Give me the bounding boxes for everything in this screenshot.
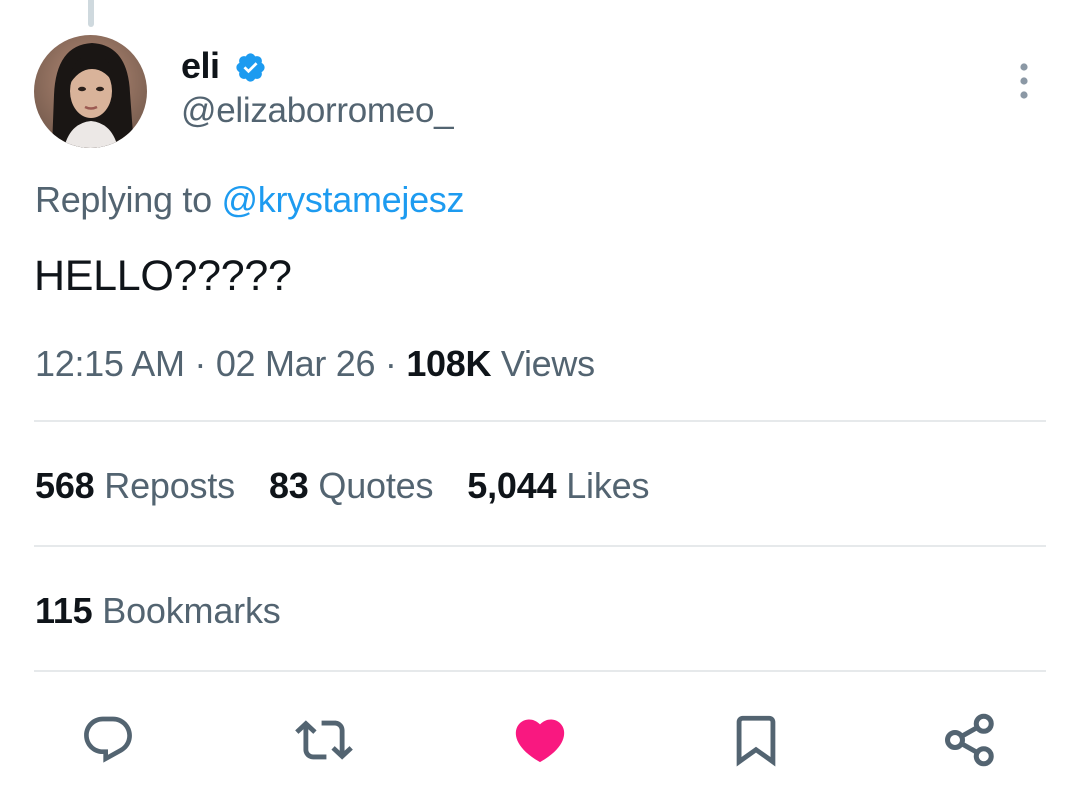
views-label: Views [500, 343, 595, 384]
share-button[interactable] [940, 710, 1000, 770]
repost-icon [295, 720, 353, 760]
likes-count: 5,044 [467, 465, 557, 506]
bookmarks-stat[interactable]: 115 Bookmarks [35, 589, 281, 633]
bookmarks-label: Bookmarks [102, 590, 281, 631]
divider [34, 670, 1046, 672]
reply-icon [84, 716, 132, 763]
likes-stat[interactable]: 5,044 Likes [467, 464, 649, 508]
author-handle[interactable]: @elizaborromeo_ [181, 90, 454, 132]
divider [34, 420, 1046, 422]
meta-separator: · [194, 343, 207, 384]
reposts-stat[interactable]: 568 Reposts [35, 464, 235, 508]
avatar[interactable] [34, 35, 147, 148]
author-display-name[interactable]: eli [181, 45, 220, 87]
tweet-meta: 12:15 AM · 02 Mar 26 · 108K Views [35, 342, 595, 386]
views-count: 108K [406, 343, 492, 384]
tweet-date[interactable]: 02 Mar 26 [216, 343, 376, 384]
replying-to-prefix: Replying to [35, 179, 212, 220]
reposts-count: 568 [35, 465, 95, 506]
likes-label: Likes [566, 465, 650, 506]
tweet-time[interactable]: 12:15 AM [35, 343, 185, 384]
reposts-label: Reposts [104, 465, 235, 506]
bookmark-icon [736, 715, 776, 767]
heart-icon [515, 719, 565, 763]
verified-badge-icon [236, 53, 265, 82]
quotes-label: Quotes [318, 465, 434, 506]
engagement-stats: 568 Reposts 83 Quotes 5,044 Likes [35, 464, 683, 508]
like-button[interactable] [510, 710, 570, 770]
bookmark-button[interactable] [726, 710, 786, 770]
reply-button[interactable] [78, 710, 138, 770]
meta-separator: · [384, 343, 397, 384]
quotes-stat[interactable]: 83 Quotes [268, 464, 434, 508]
repost-button[interactable] [294, 710, 354, 770]
thread-connector-line [88, 0, 94, 27]
quotes-count: 83 [268, 465, 309, 506]
replying-to: Replying to @krystamejesz [35, 178, 465, 222]
more-options-icon[interactable] [1012, 60, 1036, 102]
reply-mention-link[interactable]: @krystamejesz [222, 179, 465, 220]
avatar-image [34, 35, 147, 148]
divider [34, 545, 1046, 547]
bookmarks-count: 115 [35, 590, 93, 631]
tweet-text: HELLO????? [34, 252, 292, 300]
share-icon [945, 713, 994, 767]
